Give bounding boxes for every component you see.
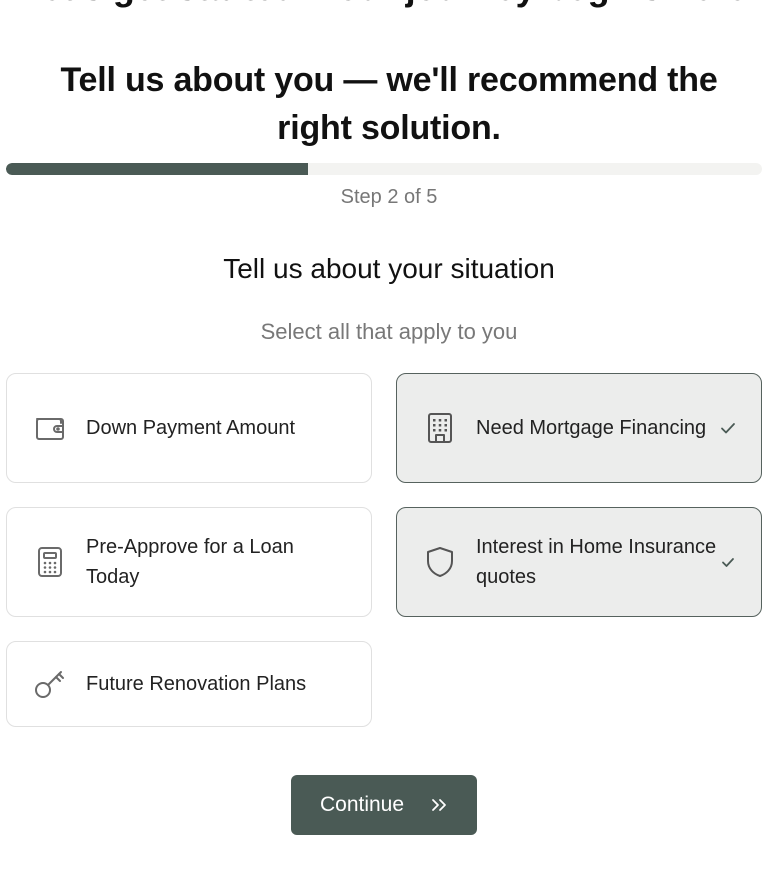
progress-bar	[6, 163, 762, 175]
chevrons-right-icon	[430, 796, 448, 814]
option-label: Pre-Approve for a Loan Today	[86, 536, 294, 588]
section-subtitle: Select all that apply to you	[260, 319, 518, 344]
step-indicator: Step 2 of 5	[340, 186, 438, 208]
option-card-pre-approve[interactable]: Pre-Approve for a Loan Today	[6, 507, 372, 617]
option-label: Down Payment Amount	[86, 417, 295, 439]
option-label: Need Mortgage Financing	[476, 417, 707, 439]
hero-title: Tell us about you — we'll recommend the …	[60, 61, 718, 147]
option-card-renovation-plans[interactable]: Future Renovation Plans	[6, 641, 372, 727]
section-title: Tell us about your situation	[223, 253, 555, 284]
checkmark-icon	[719, 419, 737, 437]
continue-button[interactable]: Continue	[291, 775, 477, 835]
key-icon	[33, 667, 67, 701]
clipped-page-heading: Let's get started. Your journey begins h…	[0, 0, 778, 8]
questionnaire-page: Let's get started. Your journey begins h…	[0, 0, 778, 878]
building-icon	[423, 411, 457, 445]
shield-icon	[423, 545, 457, 579]
option-card-mortgage-financing[interactable]: Need Mortgage Financing	[396, 373, 762, 483]
option-label: Future Renovation Plans	[86, 673, 307, 695]
progress-bar-fill	[6, 163, 309, 175]
option-card-down-payment[interactable]: Down Payment Amount	[6, 373, 372, 483]
calculator-icon	[33, 545, 67, 579]
wallet-icon	[33, 411, 67, 445]
option-label: Interest in Home Insurance quotes	[476, 536, 717, 588]
checkmark-icon	[719, 553, 737, 571]
option-card-home-insurance[interactable]: Interest in Home Insurance quotes	[396, 507, 762, 617]
continue-button-label: Continue	[319, 793, 405, 816]
